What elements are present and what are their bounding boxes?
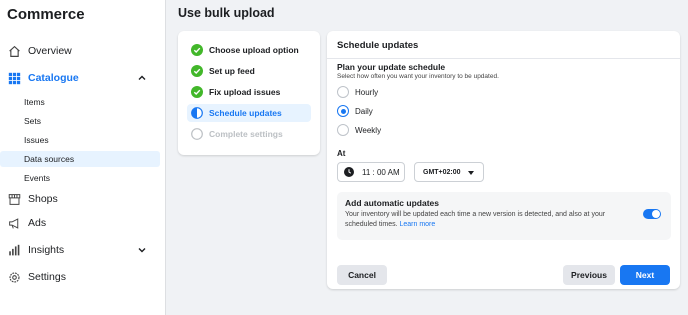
at-label: At <box>337 149 346 158</box>
steps-card: Choose upload option Set up feed Fix upl… <box>178 31 320 155</box>
sidebar-item-label: Ads <box>28 217 47 229</box>
sidebar-item-ads[interactable]: Ads <box>0 212 160 234</box>
step-label: Schedule updates <box>209 108 282 118</box>
auto-updates-description: Your inventory will be updated each time… <box>345 210 635 230</box>
schedule-card: Schedule updates Plan your update schedu… <box>327 31 680 289</box>
radio-weekly[interactable]: Weekly <box>337 123 417 137</box>
sidebar-item-label: Settings <box>28 271 66 283</box>
time-value: 11 : 00 AM <box>362 167 400 177</box>
learn-more-link[interactable]: Learn more <box>399 221 435 228</box>
step-label: Set up feed <box>209 66 255 76</box>
radio-button[interactable] <box>337 105 349 117</box>
sidebar-subitem-items[interactable]: Items <box>0 94 160 110</box>
timezone-value: GMT+02:00 <box>423 168 461 176</box>
radio-hourly[interactable]: Hourly <box>337 85 417 99</box>
grid-icon <box>6 70 22 86</box>
shop-icon <box>6 191 22 207</box>
step-fix-upload-issues[interactable]: Fix upload issues <box>187 83 311 101</box>
sidebar-subitem-data-sources[interactable]: Data sources <box>0 151 160 167</box>
app-title: Commerce <box>7 6 85 23</box>
previous-button[interactable]: Previous <box>563 265 615 285</box>
radio-label: Daily <box>355 106 373 116</box>
auto-updates-box: Add automatic updates Your inventory wil… <box>337 192 671 240</box>
check-circle-icon <box>191 44 203 56</box>
home-icon <box>6 43 22 59</box>
next-button[interactable]: Next <box>620 265 670 285</box>
auto-updates-toggle[interactable] <box>643 209 661 219</box>
step-label: Fix upload issues <box>209 87 281 97</box>
sidebar-item-settings[interactable]: Settings <box>0 266 160 288</box>
radio-button[interactable] <box>337 124 349 136</box>
chevron-down-icon[interactable] <box>136 244 148 256</box>
section-subtitle: Select how often you want your inventory… <box>337 73 499 80</box>
time-input[interactable]: 11 : 00 AM <box>337 162 405 182</box>
page-title: Use bulk upload <box>178 6 275 20</box>
bar-chart-icon <box>6 242 22 258</box>
check-circle-icon <box>191 65 203 77</box>
step-label: Choose upload option <box>209 45 299 55</box>
sidebar-subitem-events[interactable]: Events <box>0 170 160 186</box>
radio-label: Weekly <box>355 125 382 135</box>
radio-button[interactable] <box>337 86 349 98</box>
section-title: Plan your update schedule <box>337 62 446 72</box>
card-title: Schedule updates <box>337 40 419 51</box>
caret-down-icon <box>468 171 474 175</box>
sidebar-item-label: Shops <box>28 193 58 205</box>
sidebar-subitem-issues[interactable]: Issues <box>0 132 160 148</box>
step-choose-upload-option[interactable]: Choose upload option <box>187 41 311 59</box>
sidebar-subitem-sets[interactable]: Sets <box>0 113 160 129</box>
auto-updates-text: Your inventory will be updated each time… <box>345 211 606 228</box>
sidebar-item-insights[interactable]: Insights <box>0 239 160 261</box>
sidebar-item-label: Insights <box>28 244 65 256</box>
clock-icon <box>344 167 354 177</box>
sidebar-item-label: Catalogue <box>28 72 79 84</box>
sidebar-item-label: Overview <box>28 45 72 57</box>
step-set-up-feed[interactable]: Set up feed <box>187 62 311 80</box>
gear-icon <box>6 269 22 285</box>
sidebar-item-overview[interactable]: Overview <box>0 40 160 62</box>
radio-daily[interactable]: Daily <box>337 104 417 118</box>
check-circle-icon <box>191 86 203 98</box>
radio-label: Hourly <box>355 87 379 97</box>
empty-circle-icon <box>191 128 203 140</box>
step-label: Complete settings <box>209 129 283 139</box>
step-schedule-updates[interactable]: Schedule updates <box>187 104 311 122</box>
sidebar-item-shops[interactable]: Shops <box>0 188 160 210</box>
cancel-button[interactable]: Cancel <box>337 265 387 285</box>
megaphone-icon <box>6 215 22 231</box>
divider <box>327 58 680 59</box>
auto-updates-title: Add automatic updates <box>345 198 439 208</box>
sidebar: Commerce Overview Catalogue Items Sets I… <box>0 0 166 315</box>
half-circle-icon <box>191 107 203 119</box>
sidebar-item-catalogue[interactable]: Catalogue <box>0 67 160 89</box>
step-complete-settings[interactable]: Complete settings <box>187 125 311 143</box>
timezone-select[interactable]: GMT+02:00 <box>414 162 484 182</box>
chevron-up-icon[interactable] <box>136 72 148 84</box>
